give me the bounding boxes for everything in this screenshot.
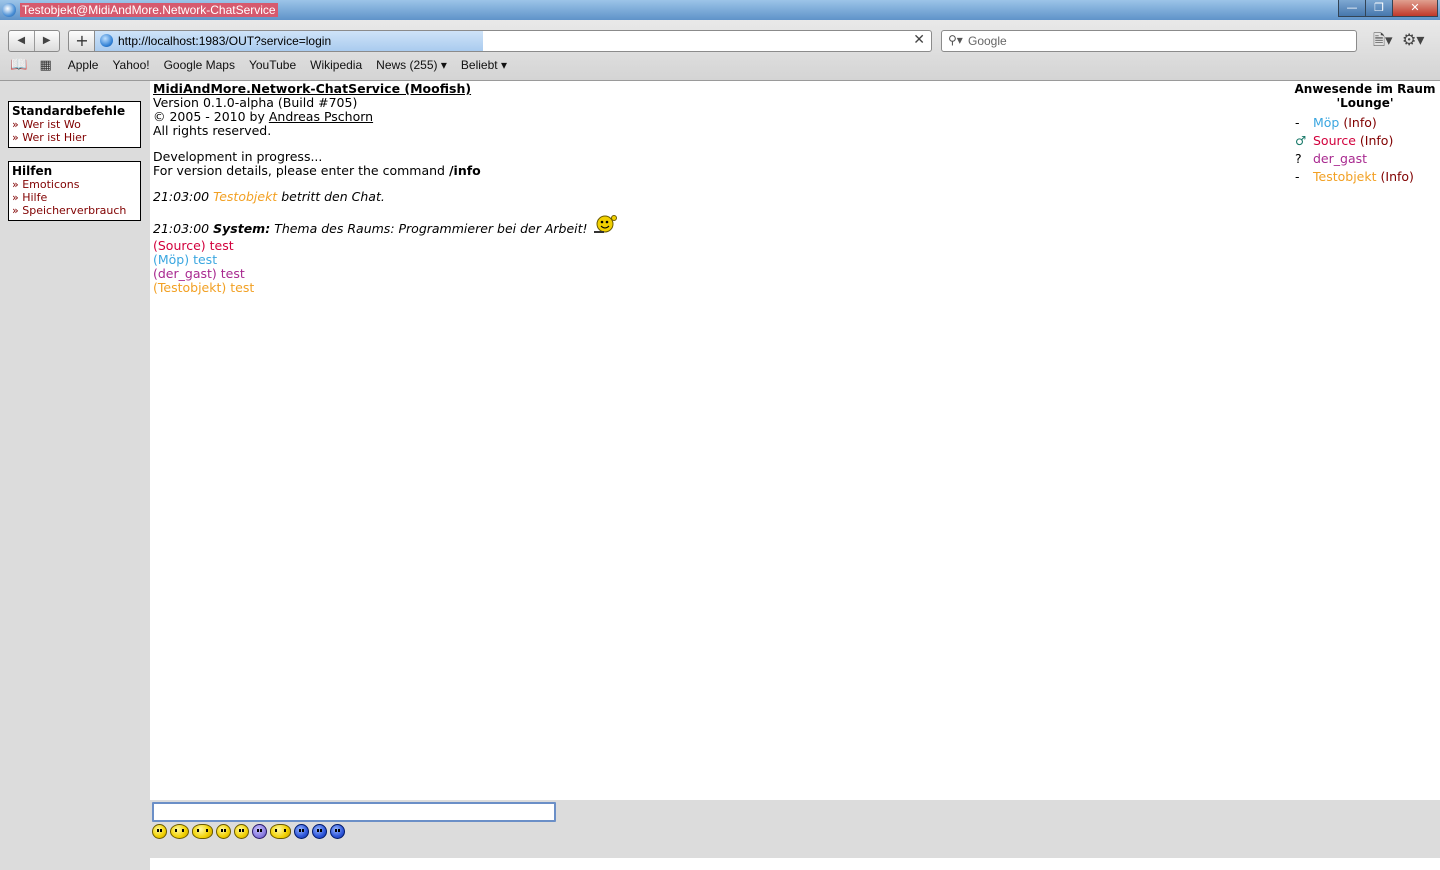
left-panel: Standardbefehle » Wer ist Wo » Wer ist H…: [0, 81, 150, 870]
author-link[interactable]: Andreas Pschorn: [269, 109, 373, 124]
bookmark-apple[interactable]: Apple: [68, 58, 99, 72]
grid-icon[interactable]: ▦: [39, 58, 51, 73]
blue-smile-icon[interactable]: [312, 824, 327, 839]
page-menu-button[interactable]: 🗎▾: [1373, 30, 1399, 50]
copyright-line: © 2005 - 2010 by Andreas Pschorn: [153, 109, 374, 124]
user-moep: - Möp (Info): [1295, 114, 1440, 132]
happy-icon[interactable]: [234, 824, 249, 839]
user-list: Anwesende im Raum 'Lounge' - Möp (Info) ♂…: [1290, 82, 1440, 186]
user-source: ♂ Source (Info): [1295, 132, 1440, 150]
user-name[interactable]: der_gast: [1313, 151, 1367, 166]
app-icon: [2, 3, 16, 17]
forward-button[interactable]: ▶: [33, 31, 60, 51]
help-box: Hilfen » Emoticons » Hilfe » Speicherver…: [8, 161, 141, 221]
bookmark-beliebt[interactable]: Beliebt ▾: [461, 58, 507, 72]
rights-text: All rights reserved.: [153, 123, 272, 138]
user-info-link[interactable]: (Info): [1381, 169, 1414, 184]
help-title: Hilfen: [12, 164, 53, 178]
url-text[interactable]: http://localhost:1983/OUT?service=login: [118, 34, 331, 48]
join-message: 21:03:00 Testobjekt betritt den Chat.: [153, 189, 385, 204]
join-user: Testobjekt: [213, 189, 278, 204]
gear-icon: ⚙▾: [1402, 30, 1425, 49]
settings-button[interactable]: ⚙▾: [1402, 30, 1430, 50]
window-buttons: — ❐ ✕: [1338, 0, 1438, 17]
info-command: /info: [448, 163, 481, 178]
chevron-down-icon: ▾: [440, 58, 447, 72]
minimize-button[interactable]: —: [1338, 0, 1366, 17]
url-bar[interactable]: http://localhost:1983/OUT?service=login …: [94, 30, 932, 52]
user-list-title: Anwesende im Raum 'Lounge': [1294, 82, 1436, 110]
chat-line-source: (Source) test: [153, 238, 234, 253]
book-icon[interactable]: 📖: [10, 57, 27, 73]
user-info-link[interactable]: (Info): [1360, 133, 1393, 148]
search-input[interactable]: ⚲▾ Google: [941, 30, 1357, 52]
right-arrow-icon: ▶: [42, 35, 51, 46]
user-info-link[interactable]: (Info): [1343, 115, 1376, 130]
chat-input-area: [150, 800, 1440, 858]
violet-icon[interactable]: [252, 824, 267, 839]
system-message: 21:03:00 System: Thema des Raums: Progra…: [153, 214, 1283, 239]
back-button[interactable]: ◀: [9, 31, 34, 51]
smiley-icon[interactable]: [152, 824, 167, 839]
window-title: Testobjekt@MidiAndMore.Network-ChatServi…: [20, 3, 278, 17]
user-der-gast: ? der_gast: [1295, 150, 1440, 168]
bookmark-youtube[interactable]: YouTube: [249, 58, 296, 72]
tongue-icon[interactable]: [170, 824, 189, 839]
link-speicherverbrauch[interactable]: » Speicherverbrauch: [12, 204, 137, 217]
version-text: Version 0.1.0-alpha (Build #705): [153, 95, 358, 110]
globe-icon: [100, 34, 113, 47]
chat-input[interactable]: [152, 802, 556, 822]
bookmark-yahoo[interactable]: Yahoo!: [112, 58, 149, 72]
link-emoticons[interactable]: » Emoticons: [12, 178, 137, 191]
link-hilfe[interactable]: » Hilfe: [12, 191, 137, 204]
user-name[interactable]: Source: [1313, 133, 1356, 148]
user-status-mark: -: [1295, 115, 1300, 130]
user-status-mark: ?: [1295, 151, 1302, 166]
info-line: For version details, please enter the co…: [153, 163, 481, 178]
blue-grin-icon[interactable]: [330, 824, 345, 839]
chat-line-der-gast: (der_gast) test: [153, 266, 245, 281]
user-name[interactable]: Testobjekt: [1313, 169, 1377, 184]
left-arrow-icon: ◀: [17, 35, 26, 46]
user-status-mark: -: [1295, 169, 1300, 184]
close-icon[interactable]: ✕: [913, 32, 925, 48]
bookmark-google-maps[interactable]: Google Maps: [164, 58, 235, 72]
blue-icon[interactable]: [294, 824, 309, 839]
smile-icon[interactable]: [216, 824, 231, 839]
chat-line-moep: (Möp) test: [153, 252, 218, 267]
search-placeholder: Google: [968, 34, 1007, 48]
magnifier-icon[interactable]: ⚲▾: [948, 33, 963, 47]
page-title[interactable]: MidiAndMore.Network-ChatService (Moofish…: [153, 82, 1283, 96]
male-icon: ♂: [1295, 133, 1307, 148]
nav-buttons: ◀ ▶: [8, 30, 60, 52]
bookmark-wikipedia[interactable]: Wikipedia: [310, 58, 362, 72]
status-strip: [150, 858, 1440, 870]
chat-line-testobjekt: (Testobjekt) test: [153, 280, 255, 295]
emoticon-bar: [152, 824, 345, 839]
standard-commands-box: Standardbefehle » Wer ist Wo » Wer ist H…: [8, 101, 141, 148]
user-name[interactable]: Möp: [1313, 115, 1339, 130]
maximize-button[interactable]: ❐: [1365, 0, 1393, 17]
add-bookmark-button[interactable]: +: [68, 30, 95, 52]
browser-toolbar: ◀ ▶ + http://localhost:1983/OUT?service=…: [0, 20, 1440, 81]
bookmark-news[interactable]: News (255) ▾: [376, 58, 447, 72]
user-testobjekt: - Testobjekt (Info): [1295, 168, 1440, 186]
page-icon: 🗎▾: [1373, 31, 1393, 49]
close-button[interactable]: ✕: [1392, 0, 1438, 17]
standard-commands-title: Standardbefehle: [12, 104, 126, 118]
link-wer-ist-wo[interactable]: » Wer ist Wo: [12, 118, 137, 131]
chevron-down-icon: ▾: [500, 58, 507, 72]
chat-output: MidiAndMore.Network-ChatService (Moofish…: [153, 82, 1283, 295]
working-smiley-icon: [592, 214, 618, 239]
wave-icon[interactable]: [270, 824, 291, 839]
bookmarks-bar: 📖 ▦ Apple Yahoo! Google Maps YouTube Wik…: [0, 54, 1440, 76]
grin-icon[interactable]: [192, 824, 213, 839]
plus-icon: +: [75, 31, 89, 50]
window-titlebar: Testobjekt@MidiAndMore.Network-ChatServi…: [0, 0, 1440, 20]
link-wer-ist-hier[interactable]: » Wer ist Hier: [12, 131, 137, 144]
dev-text: Development in progress...: [153, 149, 323, 164]
